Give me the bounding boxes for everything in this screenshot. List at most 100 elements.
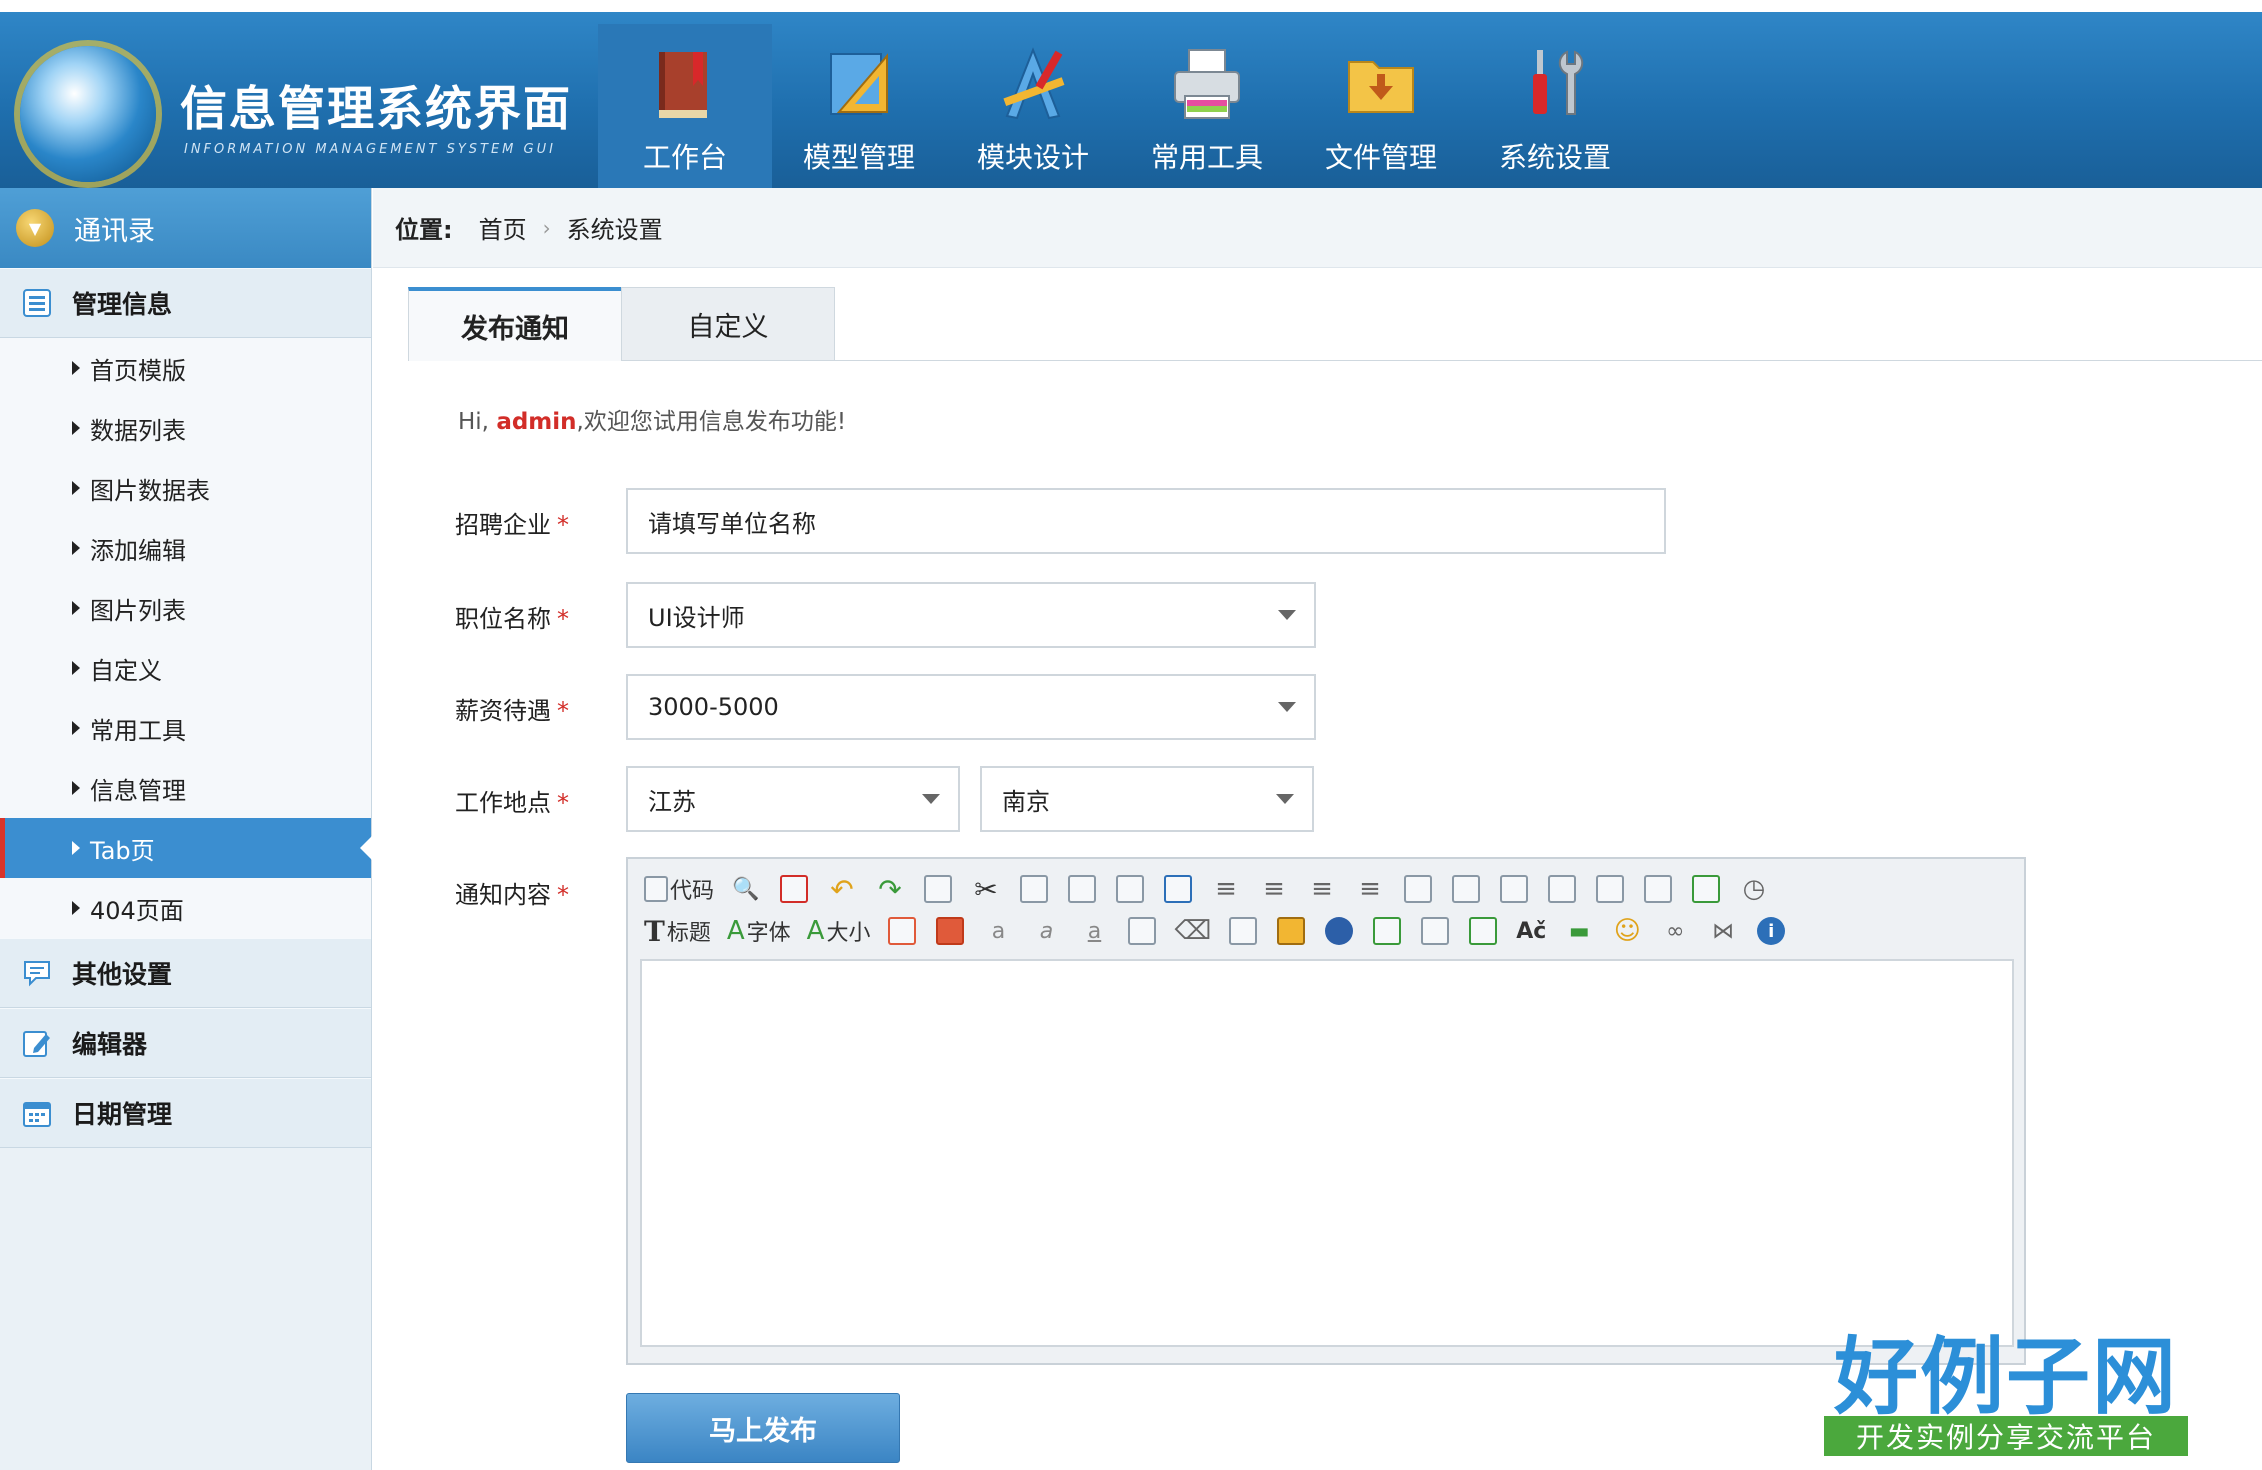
- company-input[interactable]: 请填写单位名称: [626, 488, 1666, 554]
- sidebar-section-manage-info[interactable]: 管理信息: [0, 268, 371, 338]
- tab-publish-notice[interactable]: 发布通知: [408, 287, 622, 361]
- fullscreen-button[interactable]: [778, 873, 810, 905]
- position-select[interactable]: UI设计师: [626, 582, 1316, 648]
- fullscreen-icon: [780, 875, 809, 903]
- superscript-button[interactable]: [1642, 873, 1674, 905]
- sidebar-item-label: 数据列表: [90, 416, 186, 445]
- table-add-button[interactable]: [1467, 915, 1499, 947]
- chevron-down-icon: [1278, 610, 1296, 620]
- paste-text-button[interactable]: [1114, 873, 1146, 905]
- background-color-button[interactable]: [934, 915, 966, 947]
- sidebar-item-image-list[interactable]: 图片列表: [0, 578, 371, 638]
- nav-system-settings[interactable]: 系统设置: [1468, 24, 1642, 200]
- breadcrumb-label: 位置:: [395, 216, 453, 244]
- insert-image-button[interactable]: [1275, 915, 1307, 947]
- sidebar-item-404-page[interactable]: 404页面: [0, 878, 371, 938]
- province-value: 江苏: [648, 787, 696, 816]
- nav-label: 工作台: [642, 141, 727, 174]
- editor-content-area[interactable]: [640, 959, 2014, 1347]
- emoticon-button[interactable]: ☺: [1611, 915, 1643, 947]
- outdent-button[interactable]: [1546, 873, 1578, 905]
- sidebar-item-image-data-table[interactable]: 图片数据表: [0, 458, 371, 518]
- insert-media-button[interactable]: [1371, 915, 1403, 947]
- copy-button[interactable]: [1018, 873, 1050, 905]
- sidebar-item-label: 信息管理: [90, 776, 186, 805]
- nav-model-management[interactable]: 模型管理: [772, 24, 946, 200]
- undo-icon: ↶: [830, 872, 854, 906]
- rich-text-editor: 代码 🔍 ↶ ↷ ✂ ≡ ≡ ≡ ≡ ◷ T 标题 A 字体 A 大小 a a a ⌫: [626, 857, 2026, 1365]
- sidebar-header-contacts[interactable]: ▼ 通讯录: [0, 188, 371, 268]
- font-family-button[interactable]: A 字体: [727, 915, 791, 947]
- clear-format-button[interactable]: ⌫: [1174, 915, 1211, 947]
- search-button[interactable]: 🔍: [730, 873, 762, 905]
- city-select[interactable]: 南京: [980, 766, 1314, 832]
- horizontal-rule-button[interactable]: ▬: [1563, 915, 1595, 947]
- subscript-button[interactable]: [1594, 873, 1626, 905]
- edit-icon: [23, 1031, 50, 1057]
- location-label-text: 工作地点: [455, 789, 551, 817]
- insert-time-button[interactable]: ◷: [1738, 873, 1770, 905]
- align-left-button[interactable]: ≡: [1210, 873, 1242, 905]
- special-char-button[interactable]: Ač: [1515, 915, 1547, 947]
- align-center-button[interactable]: ≡: [1258, 873, 1290, 905]
- sidebar-item-data-list[interactable]: 数据列表: [0, 398, 371, 458]
- sidebar-section-other-settings[interactable]: 其他设置: [0, 938, 371, 1008]
- sidebar-item-info-management[interactable]: 信息管理: [0, 758, 371, 818]
- design-tools-icon: [1003, 47, 1065, 120]
- calendar-icon: [23, 1102, 51, 1127]
- sidebar-item-custom[interactable]: 自定义: [0, 638, 371, 698]
- font-color-button[interactable]: [886, 915, 918, 947]
- about-button[interactable]: i: [1755, 915, 1787, 947]
- insert-date-button[interactable]: [1690, 873, 1722, 905]
- nav-label: 文件管理: [1324, 141, 1437, 174]
- nav-module-design[interactable]: 模块设计: [946, 24, 1120, 200]
- redo-button[interactable]: ↷: [874, 873, 906, 906]
- breadcrumb-home-link[interactable]: 首页: [479, 210, 527, 245]
- editor-toolbar-row-1: 代码 🔍 ↶ ↷ ✂ ≡ ≡ ≡ ≡ ◷: [644, 869, 1786, 909]
- italic-button[interactable]: a: [1030, 915, 1062, 947]
- link-button[interactable]: ∞: [1659, 915, 1691, 947]
- sidebar-section-date-management[interactable]: 日期管理: [0, 1078, 371, 1148]
- italic-icon: a: [1039, 918, 1054, 944]
- publish-button[interactable]: 马上发布: [626, 1393, 900, 1463]
- code-button[interactable]: 代码: [644, 873, 714, 905]
- province-select[interactable]: 江苏: [626, 766, 960, 832]
- salary-label-text: 薪资待遇: [455, 697, 551, 725]
- cut-button[interactable]: ✂: [970, 872, 1002, 906]
- sidebar-item-label: 自定义: [90, 656, 162, 685]
- clock-icon: ◷: [1742, 874, 1766, 904]
- heading-button[interactable]: T 标题: [644, 915, 711, 948]
- sidebar-section-editor[interactable]: 编辑器: [0, 1008, 371, 1078]
- sidebar-item-tab-page[interactable]: Tab页: [0, 818, 372, 878]
- font-size-button[interactable]: A 大小: [807, 915, 871, 947]
- insert-table-button[interactable]: [1419, 915, 1451, 947]
- format-painter-button[interactable]: [1227, 915, 1259, 947]
- align-justify-icon: ≡: [1359, 874, 1381, 904]
- underline-button[interactable]: a: [1078, 915, 1110, 947]
- cut-icon: ✂: [974, 872, 998, 906]
- strikethrough-button[interactable]: [1126, 915, 1158, 947]
- insert-flash-button[interactable]: [1323, 915, 1355, 947]
- nav-common-tools[interactable]: 常用工具: [1120, 24, 1294, 200]
- align-justify-button[interactable]: ≡: [1354, 873, 1386, 905]
- printer-icon: [1174, 49, 1240, 119]
- sidebar-item-common-tools[interactable]: 常用工具: [0, 698, 371, 758]
- sidebar-item-add-edit[interactable]: 添加编辑: [0, 518, 371, 578]
- nav-file-management[interactable]: 文件管理: [1294, 24, 1468, 200]
- align-right-button[interactable]: ≡: [1306, 873, 1338, 905]
- indent-button[interactable]: [1498, 873, 1530, 905]
- tab-custom[interactable]: 自定义: [621, 287, 835, 361]
- globe-icon: [20, 46, 156, 182]
- unordered-list-button[interactable]: [1450, 873, 1482, 905]
- unlink-button[interactable]: ⋈: [1707, 915, 1739, 947]
- undo-button[interactable]: ↶: [826, 872, 858, 906]
- image-icon: [1277, 917, 1306, 945]
- print-button[interactable]: [922, 873, 954, 905]
- paste-word-button[interactable]: [1162, 873, 1194, 905]
- ordered-list-button[interactable]: [1402, 873, 1434, 905]
- paste-button[interactable]: [1066, 873, 1098, 905]
- bold-button[interactable]: a: [982, 915, 1014, 947]
- salary-select[interactable]: 3000-5000: [626, 674, 1316, 740]
- sidebar-item-home-template[interactable]: 首页模版: [0, 338, 371, 398]
- nav-workbench[interactable]: 工作台: [598, 24, 772, 200]
